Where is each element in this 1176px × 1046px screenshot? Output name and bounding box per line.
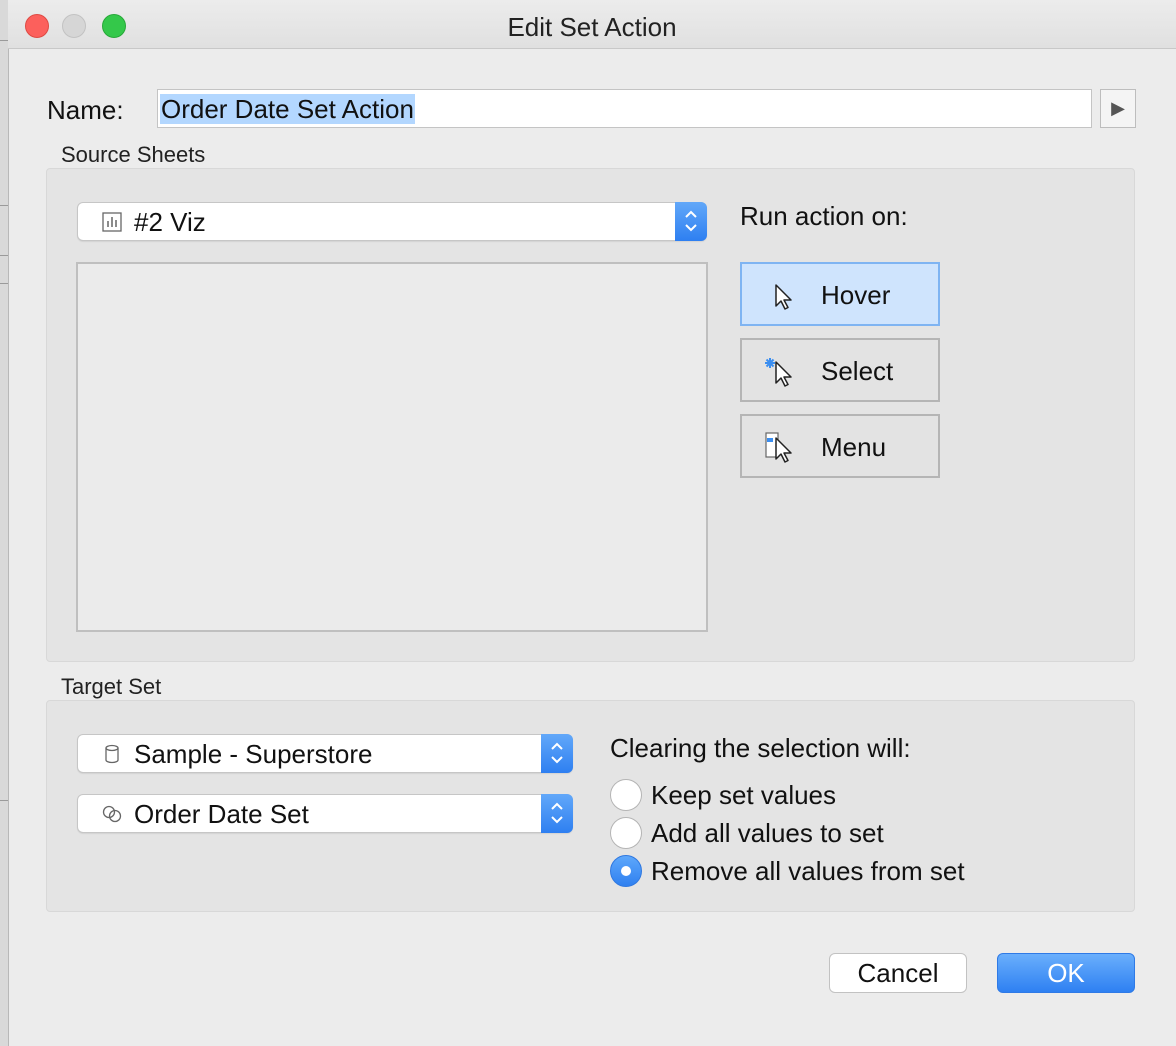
source-sheet-dropdown[interactable]: #2 Viz xyxy=(77,202,707,241)
add-all-values-radio[interactable] xyxy=(610,817,642,849)
name-input-value: Order Date Set Action xyxy=(160,94,415,124)
divider xyxy=(0,800,8,801)
hover-action-button[interactable]: Hover xyxy=(740,262,940,326)
select-action-button[interactable]: Select xyxy=(740,338,940,402)
clearing-label: Clearing the selection will: xyxy=(610,733,911,763)
remove-all-values-label[interactable]: Remove all values from set xyxy=(651,856,965,887)
menu-action-label: Menu xyxy=(821,432,887,462)
hover-cursor-icon xyxy=(775,284,792,310)
database-icon xyxy=(105,744,119,764)
window-title: Edit Set Action xyxy=(507,12,677,42)
divider xyxy=(0,205,8,206)
ok-button[interactable]: OK xyxy=(997,953,1135,993)
dropdown-stepper[interactable] xyxy=(541,734,573,773)
divider xyxy=(0,255,8,256)
chevron-up-down-icon xyxy=(551,802,563,824)
menu-action-button[interactable]: Menu xyxy=(740,414,940,478)
target-set-value: Order Date Set xyxy=(134,799,309,829)
select-cursor-icon xyxy=(765,358,792,387)
set-icon xyxy=(102,805,122,823)
remove-all-values-radio[interactable] xyxy=(610,855,642,887)
insert-field-button[interactable]: ▶ xyxy=(1100,89,1136,128)
target-set-dropdown[interactable]: Order Date Set xyxy=(77,794,573,833)
source-sheet-value: #2 Viz xyxy=(134,207,206,237)
run-action-label: Run action on: xyxy=(740,201,908,231)
background-window-edge xyxy=(0,0,9,1046)
select-action-label: Select xyxy=(821,356,894,386)
add-all-values-label[interactable]: Add all values to set xyxy=(651,818,884,849)
divider xyxy=(0,40,8,41)
play-arrow-icon: ▶ xyxy=(1111,98,1125,118)
hover-action-label: Hover xyxy=(821,280,891,310)
cancel-button[interactable]: Cancel xyxy=(829,953,967,993)
chevron-up-down-icon xyxy=(551,742,563,764)
dropdown-stepper[interactable] xyxy=(675,202,707,241)
keep-set-values-radio[interactable] xyxy=(610,779,642,811)
bar-chart-icon xyxy=(102,212,122,232)
divider xyxy=(0,283,8,284)
name-input[interactable]: Order Date Set Action xyxy=(157,89,1092,128)
datasource-dropdown[interactable]: Sample - Superstore xyxy=(77,734,573,773)
dropdown-stepper[interactable] xyxy=(541,794,573,833)
target-set-heading: Target Set xyxy=(61,674,162,699)
title-bar: Edit Set Action xyxy=(8,0,1176,49)
chevron-up-down-icon xyxy=(685,210,697,232)
keep-set-values-label[interactable]: Keep set values xyxy=(651,780,836,811)
name-label: Name: xyxy=(47,95,124,125)
datasource-value: Sample - Superstore xyxy=(134,739,373,769)
source-sheets-heading: Source Sheets xyxy=(61,142,206,167)
menu-cursor-icon xyxy=(765,432,792,463)
source-sheets-list[interactable] xyxy=(76,262,708,632)
